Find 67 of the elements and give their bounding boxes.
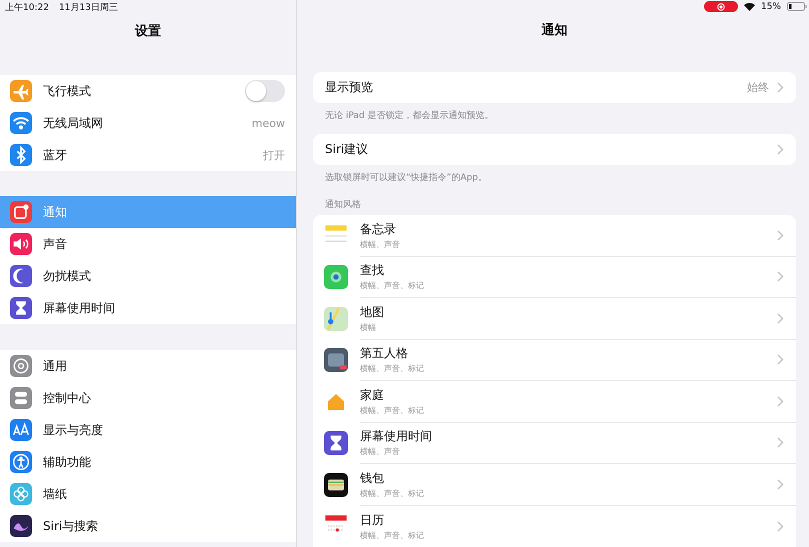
app-notification-row[interactable]: 地图 横幅 (313, 298, 796, 340)
app-notification-row[interactable]: 家庭 横幅、声音、标记 (313, 381, 796, 422)
toggle-switch[interactable] (245, 80, 285, 102)
chevron-icon (777, 396, 784, 407)
app-name: 备忘录 (360, 220, 397, 238)
switches-icon (10, 387, 32, 409)
airplane-icon (10, 80, 32, 102)
app-notification-row[interactable]: 备忘录 横幅、声音 (313, 215, 796, 256)
battery-icon (787, 2, 807, 12)
accessibility-icon (10, 451, 32, 473)
app-name: 家庭 (360, 386, 385, 404)
chevron-icon (777, 354, 784, 366)
setting-value: 打开 (263, 148, 285, 162)
show-previews-row[interactable]: 显示预览 始终 (313, 72, 796, 103)
moon-icon (10, 265, 32, 287)
setting-value: 始终 (747, 80, 769, 95)
text-size-icon (10, 419, 32, 441)
status-date: 11月13日周三 (58, 2, 118, 14)
siri-suggestions-row[interactable]: Siri建议 (313, 134, 796, 165)
flower-icon (10, 483, 32, 505)
setting-value: meow (252, 116, 285, 130)
alert-styles: 横幅 (360, 322, 377, 333)
chevron-icon (777, 82, 784, 93)
app-name: 地图 (360, 304, 385, 321)
app-notification-row[interactable]: 日历 横幅、声音、标记 (313, 506, 796, 547)
alert-styles: 横幅、声音、标记 (360, 488, 425, 499)
alert-styles: 横幅、声音、标记 (360, 363, 425, 374)
chevron-icon (777, 520, 784, 532)
section-header: 通知风格 (324, 198, 362, 212)
gear-icon (10, 355, 32, 377)
app-name: 第五人格 (360, 345, 409, 362)
map-icon (324, 306, 348, 331)
app-notification-row[interactable]: 钱包 横幅、声音、标记 (313, 464, 796, 506)
notification-icon (10, 201, 32, 223)
chevron-icon (777, 271, 784, 282)
app-notification-row[interactable]: 查找 横幅、声音、标记 (313, 256, 796, 298)
status-time: 上午10:22 (5, 2, 49, 14)
locator-icon (324, 265, 348, 290)
bluetooth-icon (10, 144, 32, 166)
app-name: 钱包 (360, 470, 385, 487)
sidebar-title: 设置 (134, 23, 162, 41)
hourglass-icon (10, 297, 32, 319)
alert-styles: 横幅、声音、标记 (360, 280, 425, 292)
chevron-icon (777, 437, 784, 448)
chevron-icon (777, 230, 784, 241)
app-notification-row[interactable]: 第五人格 横幅、声音、标记 (313, 340, 796, 381)
app-name: 屏幕使用时间 (360, 428, 433, 446)
wifi-icon (744, 2, 755, 11)
chevron-icon (777, 144, 784, 155)
battery-percent: 15% (760, 2, 781, 12)
footnote-text: 选取锁屏时可以建议“快捷指令”的App。 (324, 172, 488, 184)
app-name: 查找 (360, 262, 385, 280)
wifi-icon (10, 112, 32, 134)
page-title: 通知 (540, 22, 568, 40)
alert-styles: 横幅、声音 (360, 446, 401, 458)
footnote-text: 无论 iPad 是否锁定，都会显示通知预览。 (324, 110, 494, 122)
alert-styles: 横幅、声音、标记 (360, 530, 425, 541)
chevron-icon (777, 478, 784, 490)
chevron-icon (777, 312, 784, 324)
hourglass-icon (324, 431, 348, 456)
wallet-icon (324, 472, 348, 497)
alert-styles: 横幅、声音、标记 (360, 404, 425, 416)
app-notification-row[interactable]: 屏幕使用时间 横幅、声音 (313, 422, 796, 464)
speaker-icon (10, 233, 32, 255)
game-icon (324, 348, 348, 372)
alert-styles: 横幅、声音 (360, 238, 401, 250)
app-name: 日历 (360, 512, 385, 529)
